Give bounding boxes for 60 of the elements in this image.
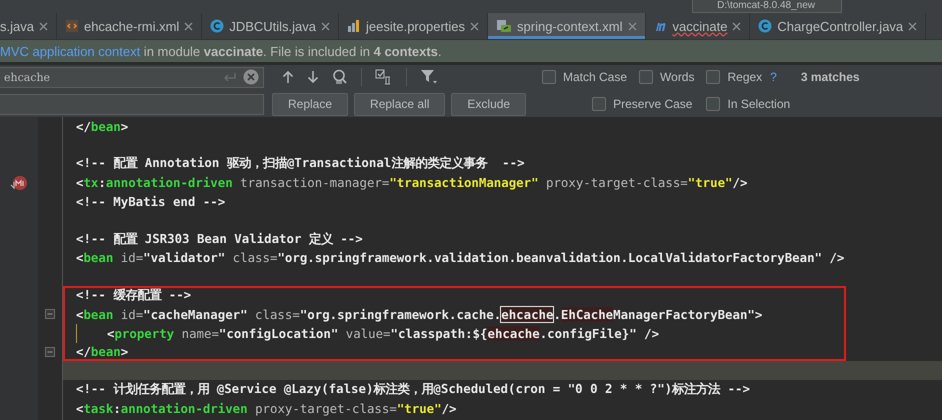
next-occurrence-icon[interactable]	[307, 70, 319, 84]
option-checkbox[interactable]: Match Case	[542, 70, 628, 84]
tab-label: ChargeController.java	[777, 18, 904, 34]
filter-icon[interactable]	[420, 69, 438, 85]
select-all-occurrences-icon[interactable]	[375, 69, 393, 85]
match-count: 3 matches	[800, 70, 860, 84]
editor-tab[interactable]: vaccinate	[646, 13, 750, 39]
editor-tab[interactable]: ehcache-rmi.xml	[56, 13, 202, 39]
info-message: MVC application context in module vaccinate. File is included in 4 contexts.	[0, 44, 442, 58]
close-icon[interactable]	[184, 22, 194, 30]
editor-tab[interactable]: JDBCUtils.java	[202, 13, 340, 39]
option-checkbox[interactable]: Words	[639, 70, 694, 84]
class-icon	[758, 19, 772, 33]
fold-icon[interactable]	[45, 309, 55, 320]
editor-tab[interactable]: spring-context.xml	[488, 13, 646, 39]
search-field[interactable]: ehcache	[0, 66, 264, 88]
code-line: <tx:annotation-driven transaction-manager="transactionManager" proxy-target-class="true"/>	[75, 174, 748, 192]
close-icon[interactable]	[321, 22, 330, 30]
clear-icon[interactable]	[243, 69, 259, 85]
code-line: </bean>	[75, 118, 130, 136]
replace-field[interactable]	[0, 94, 264, 114]
close-icon[interactable]	[628, 22, 636, 30]
code-line: <bean id="cacheManager" class="org.springframework.cache.ehcache.EhCacheManagerFactoryBean">	[75, 306, 764, 324]
close-icon[interactable]	[470, 22, 480, 30]
bean-gutter-icon[interactable]	[10, 174, 28, 191]
option-checkbox[interactable]: Regex	[706, 70, 762, 84]
tab-label: ehcache-rmi.xml	[84, 18, 180, 34]
fold-icon[interactable]	[45, 346, 55, 357]
editor-tab[interactable]: s.java	[0, 13, 57, 39]
code-line: <!-- 计划任务配置，用 @Service @Lazy(false)标注类，用@Scheduled(cron = "0 0 2 * * ?")标注方法 -->	[75, 380, 751, 398]
tab-label: jeesite.properties	[366, 18, 466, 34]
tab-label: JDBCUtils.java	[229, 18, 316, 34]
close-icon[interactable]	[908, 22, 918, 30]
tab-label: vaccinate	[672, 18, 728, 34]
tab-label: s.java	[0, 18, 34, 34]
enter-icon	[223, 72, 237, 82]
replace-panel-button[interactable]: Exclude	[451, 92, 526, 116]
code-line: <task:annotation-driven proxy-target-class="true"/>	[75, 400, 458, 418]
replace-panel-button[interactable]: Replace	[272, 92, 348, 116]
replace-panel-button[interactable]: Replace all	[354, 92, 446, 116]
help-link[interactable]: ?	[770, 70, 777, 84]
close-icon[interactable]	[38, 22, 48, 30]
editor-tab[interactable]: ChargeController.java	[750, 13, 926, 39]
code-line: <!-- 配置 JSR303 Bean Validator 定义 -->	[75, 230, 364, 248]
bar-chart-file-icon	[347, 19, 362, 33]
code-line: </bean>	[75, 343, 130, 362]
option-checkbox[interactable]: In Selection	[706, 97, 790, 111]
code-line: <bean id="validator" class="org.springframework.validation.beanvalidation.LocalValidatorFactoryBean" />	[75, 249, 846, 268]
find-all-icon[interactable]	[332, 69, 348, 85]
option-checkbox[interactable]: Preserve Case	[592, 97, 692, 111]
close-icon[interactable]	[732, 22, 742, 30]
previous-occurrence-icon[interactable]	[282, 70, 294, 84]
code-line: <!-- 配置 Annotation 驱动，扫描@Transactional注解的类定义事务 -->	[75, 154, 526, 172]
tab-label: spring-context.xml	[517, 18, 622, 34]
code-line: <!-- 缓存配置 -->	[75, 286, 192, 304]
xml-config-icon	[496, 19, 512, 33]
class-icon	[210, 19, 224, 33]
xml-file-icon	[64, 19, 79, 33]
run-configuration-dropdown[interactable]: D:\tomcat-8.0.48_new	[692, 0, 842, 13]
code-line: <!-- MyBatis end -->	[75, 193, 226, 211]
